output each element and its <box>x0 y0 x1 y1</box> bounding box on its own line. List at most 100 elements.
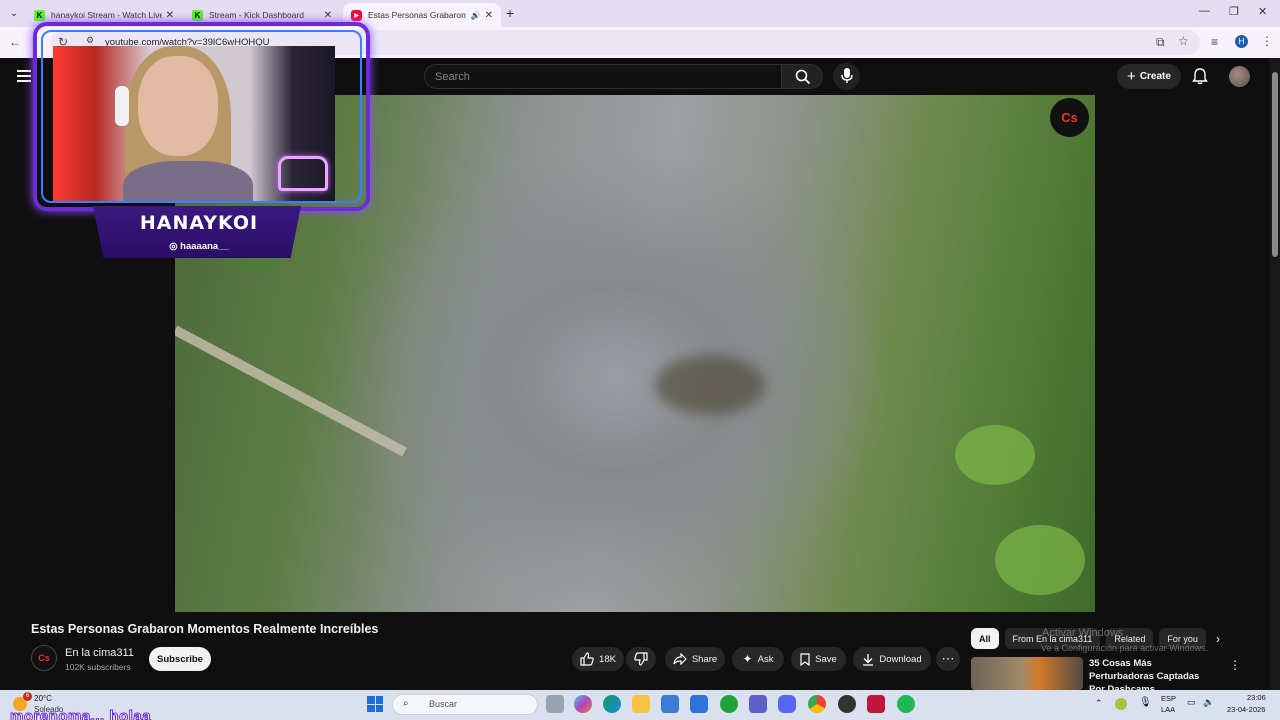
more-actions-button[interactable]: ⋯ <box>936 647 960 671</box>
channel-name[interactable]: En la cima311 <box>65 647 134 659</box>
video-frame-foliage <box>995 525 1085 595</box>
plus-icon: + <box>1127 68 1136 85</box>
copilot-icon[interactable] <box>574 695 592 713</box>
tab-search-chevron-icon[interactable]: ⌄ <box>6 6 22 22</box>
download-icon <box>863 653 874 666</box>
spotify-icon[interactable] <box>897 695 915 713</box>
subscribe-button[interactable]: Subscribe <box>149 647 211 671</box>
instagram-icon: ◎ <box>169 241 178 252</box>
taskbar-search-placeholder: Buscar <box>429 699 458 709</box>
clock-time[interactable]: 23:06 <box>1247 693 1266 702</box>
microphone-icon <box>841 68 853 83</box>
chevron-right-icon[interactable]: › <box>1216 632 1220 646</box>
weather-badge: 6 <box>23 692 32 701</box>
chip-all[interactable]: All <box>971 628 999 649</box>
subscriber-count: 102K subscribers <box>65 662 131 672</box>
close-tab-icon[interactable]: ✕ <box>324 10 332 21</box>
close-window-button[interactable]: ✕ <box>1258 5 1267 18</box>
minimize-window-button[interactable]: — <box>1199 5 1210 17</box>
webcam-frame-inner <box>41 30 362 203</box>
tray-chevron-up-icon[interactable]: ⌃ <box>1095 698 1103 709</box>
scrollbar-thumb[interactable] <box>1272 72 1278 257</box>
create-label: Create <box>1139 71 1171 82</box>
video-title: Estas Personas Grabaron Momentos Realmen… <box>31 622 379 636</box>
windows-start-icon[interactable] <box>367 696 383 712</box>
download-button[interactable]: Download <box>853 647 931 671</box>
notifications-bell-icon[interactable] <box>1192 68 1208 85</box>
more-icon: ⋯ <box>941 651 955 666</box>
share-label: Share <box>691 653 718 665</box>
tab-youtube-video[interactable]: ▶ Estas Personas Grabaron M 🔊 ✕ <box>343 3 501 27</box>
menu-kebab-icon[interactable]: ⋮ <box>1261 34 1273 48</box>
streamer-name: HANAYKOI <box>139 212 259 234</box>
search-icon: ⌕ <box>403 698 409 709</box>
close-tab-icon[interactable]: ✕ <box>166 10 174 21</box>
thumbs-up-icon <box>580 652 594 666</box>
sparkle-icon: ✦ <box>742 652 753 666</box>
video-frame-shadow <box>655 355 765 415</box>
channel-avatar[interactable]: Cs <box>31 645 57 671</box>
channel-watermark-logo: Cs <box>1050 98 1089 137</box>
discord-icon[interactable] <box>778 695 796 713</box>
language-indicator[interactable]: ESP <box>1161 694 1176 703</box>
new-tab-button[interactable]: + <box>506 5 514 21</box>
hamburger-menu-icon[interactable] <box>17 70 31 82</box>
ask-button[interactable]: ✦ Ask <box>732 647 784 671</box>
download-label: Download <box>879 653 922 665</box>
stream-overlay-text: morenoma... holaa <box>9 708 152 720</box>
maximize-window-button[interactable]: ❐ <box>1229 5 1239 18</box>
search-button[interactable] <box>781 64 823 89</box>
handle-text: haaaana__ <box>180 241 229 252</box>
bookmark-star-icon[interactable]: ☆ <box>1178 34 1189 48</box>
share-button[interactable]: Share <box>665 647 725 671</box>
tab-title: Estas Personas Grabaron M <box>368 10 467 20</box>
store-icon[interactable] <box>661 695 679 713</box>
search-input[interactable]: Search <box>424 64 782 89</box>
video-frame-foliage <box>955 425 1035 485</box>
recommended-video-thumbnail[interactable] <box>971 657 1083 690</box>
tab-title: hanaykoi Stream - Watch Live o <box>51 10 162 20</box>
like-button[interactable]: 18K <box>572 647 624 671</box>
mail-icon[interactable] <box>690 695 708 713</box>
edge-icon[interactable] <box>603 695 621 713</box>
activate-windows-subtitle: Ve a Configuración para activar Windows. <box>1041 643 1209 653</box>
keyboard-layout-indicator[interactable]: LAA <box>1161 705 1175 714</box>
weather-temperature[interactable]: 20°C <box>34 694 52 703</box>
network-icon[interactable]: ▭ <box>1187 697 1196 708</box>
file-explorer-icon[interactable] <box>632 695 650 713</box>
close-tab-icon[interactable]: ✕ <box>485 10 493 21</box>
voice-search-button[interactable] <box>833 63 860 90</box>
youtube-favicon-icon: ▶ <box>351 9 362 21</box>
like-count: 18K <box>599 653 616 665</box>
video-frame-branch <box>175 325 407 457</box>
obs-icon[interactable] <box>838 695 856 713</box>
thumbs-down-icon <box>634 652 648 666</box>
task-view-icon[interactable] <box>546 695 564 713</box>
profile-avatar[interactable]: H <box>1235 35 1248 48</box>
create-button[interactable]: + Create <box>1117 64 1181 89</box>
tab-title: Stream - Kick Dashboard <box>209 10 304 20</box>
media-controls-icon[interactable]: ≡ <box>1211 35 1218 49</box>
app-red-icon[interactable] <box>867 695 885 713</box>
xbox-icon[interactable] <box>720 695 738 713</box>
chrome-icon[interactable] <box>808 695 826 713</box>
kick-favicon-icon: K <box>192 9 203 21</box>
tray-microphone-icon[interactable]: 🎙 <box>1139 697 1152 708</box>
user-avatar[interactable] <box>1229 66 1250 87</box>
install-app-icon[interactable]: ⧉ <box>1156 35 1165 50</box>
save-button[interactable]: Save <box>791 647 846 671</box>
volume-icon[interactable]: 🔈 <box>1203 697 1214 708</box>
share-icon <box>673 653 687 665</box>
teams-icon[interactable] <box>749 695 767 713</box>
dislike-button[interactable] <box>626 647 656 671</box>
search-icon <box>795 69 811 85</box>
streamer-handle: ◎ haaaana__ <box>93 241 305 252</box>
save-label: Save <box>815 653 837 665</box>
tray-app-icon[interactable] <box>1115 698 1127 710</box>
activate-windows-title: Activar Windows <box>1042 627 1124 639</box>
speaker-icon[interactable]: 🔊 <box>471 11 481 20</box>
recommended-menu-icon[interactable]: ⋮ <box>1229 658 1241 672</box>
back-arrow-icon[interactable]: ← <box>9 35 21 49</box>
taskbar-search-input[interactable]: ⌕ Buscar <box>392 694 538 715</box>
clock-date[interactable]: 23-04-2026 <box>1227 705 1265 714</box>
